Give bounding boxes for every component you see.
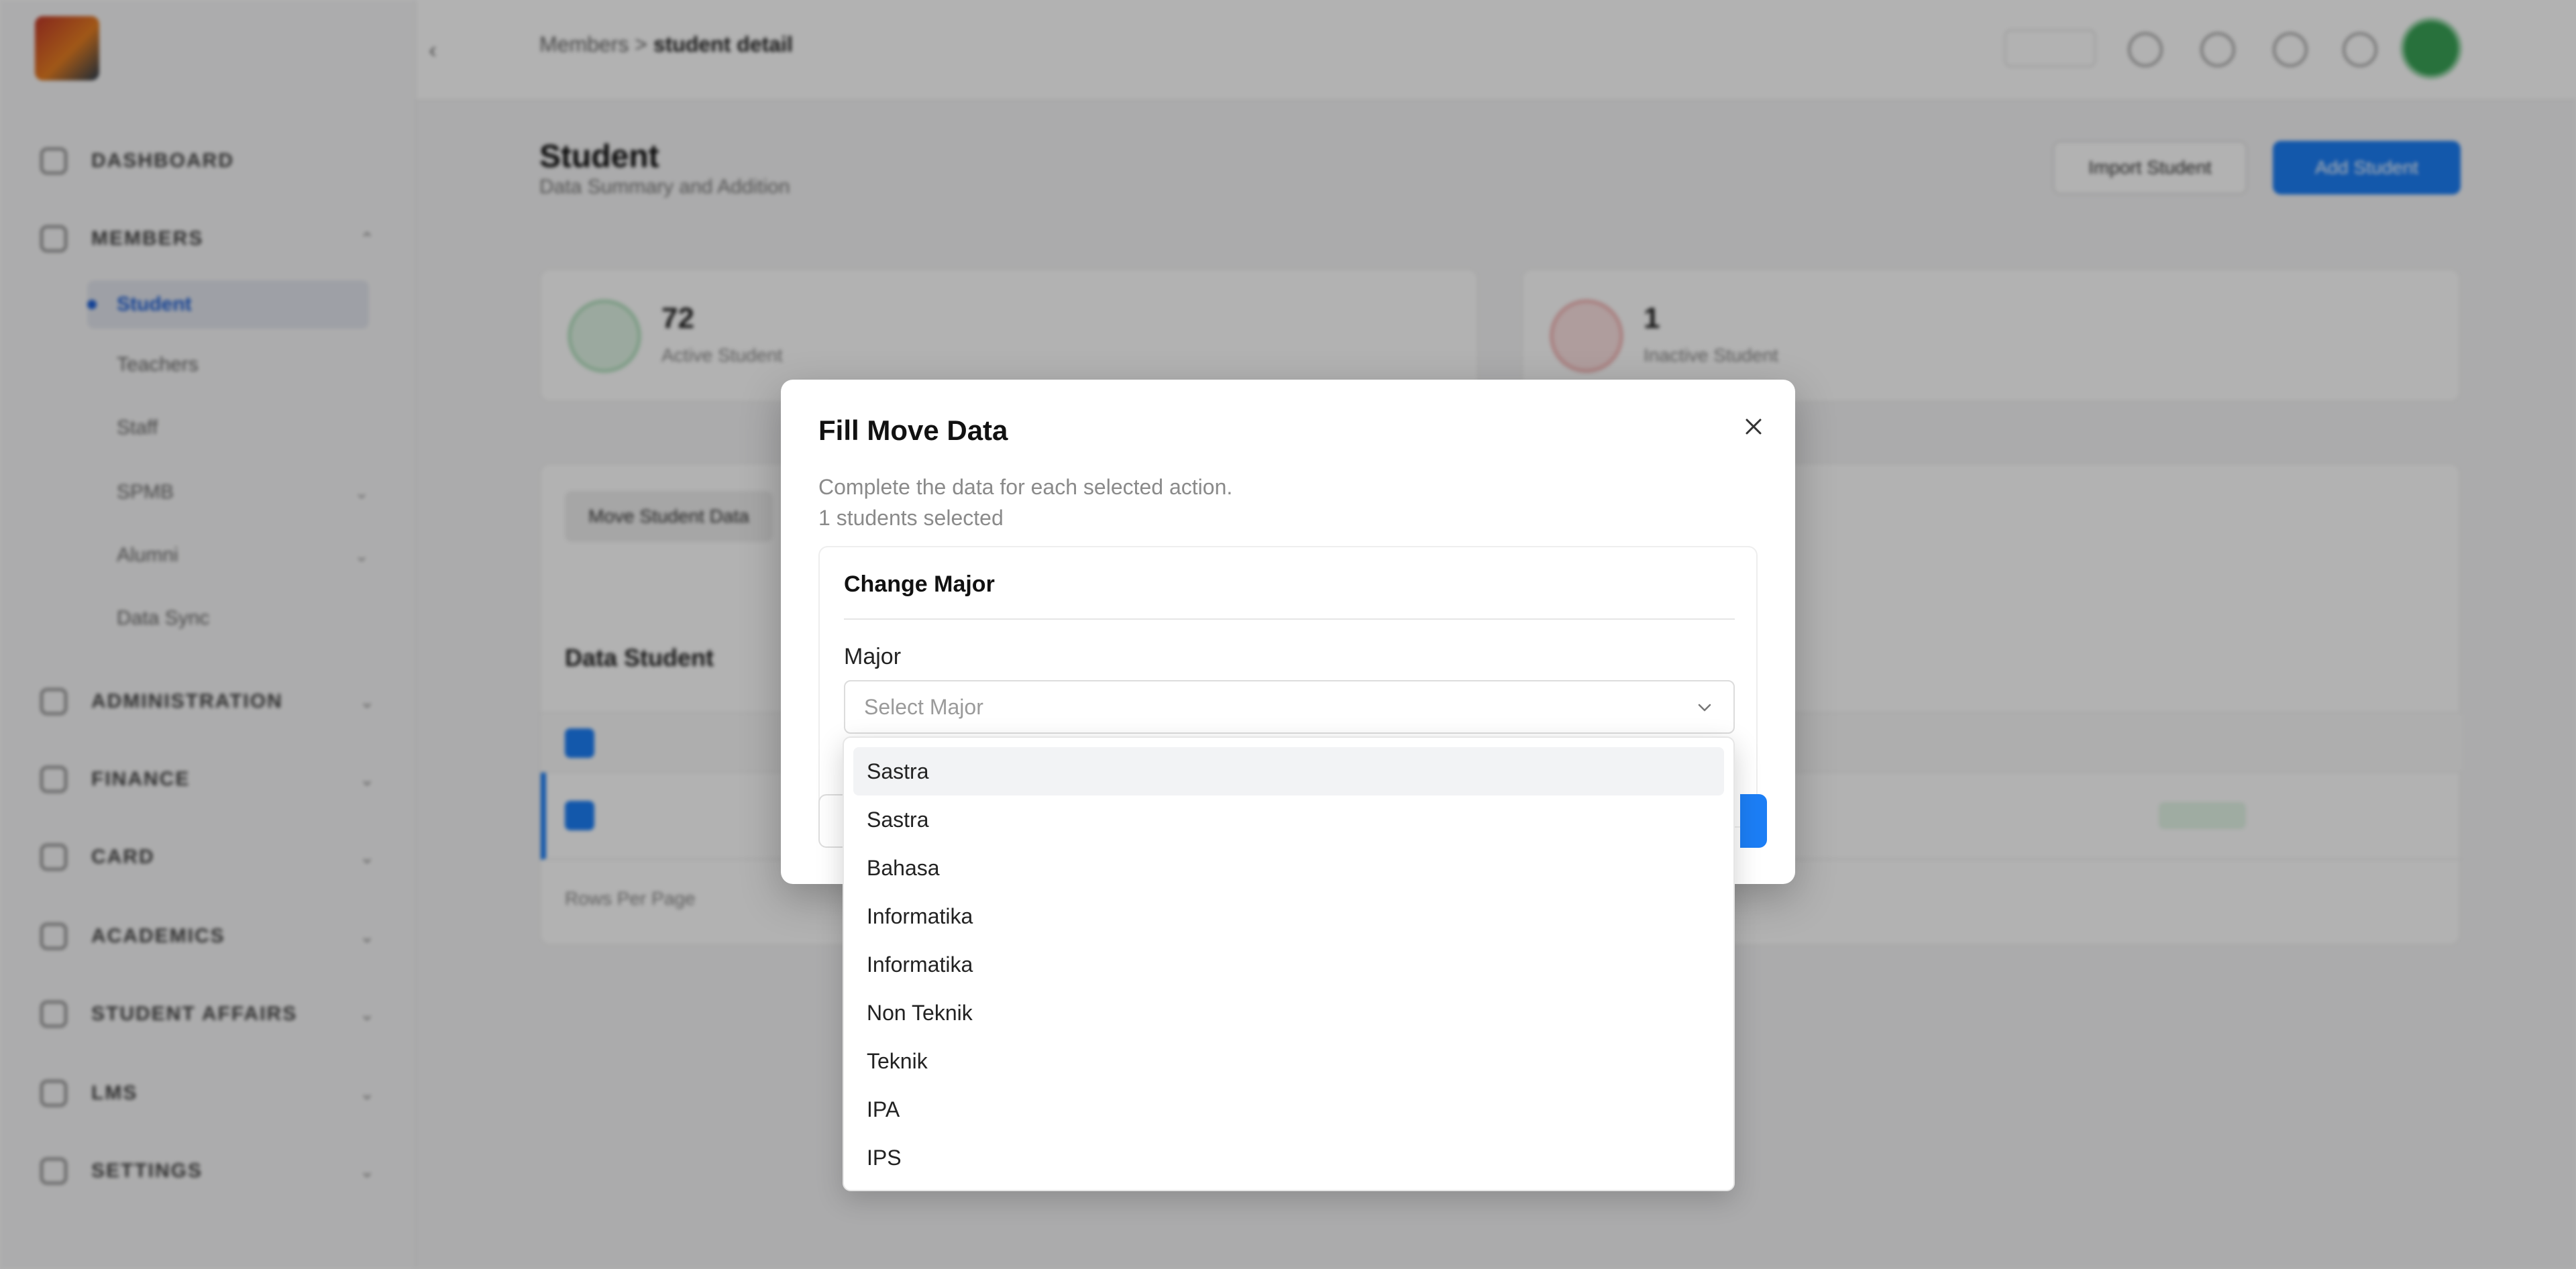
major-option[interactable]: Non Teknik: [853, 989, 1724, 1037]
major-dropdown-list: Sastra Sastra Bahasa Informatika Informa…: [843, 736, 1735, 1191]
section-title: Change Major: [844, 571, 995, 597]
selected-count: 1 students selected: [818, 506, 1004, 530]
submit-button[interactable]: [1740, 794, 1767, 848]
major-option[interactable]: Sastra: [853, 747, 1724, 795]
major-select-placeholder: Select Major: [864, 694, 983, 719]
major-option[interactable]: Sastra: [853, 795, 1724, 844]
section-divider: [844, 618, 1735, 620]
major-option[interactable]: Teknik: [853, 1037, 1724, 1085]
major-option[interactable]: IPA: [853, 1085, 1724, 1134]
major-select[interactable]: Select Major: [844, 680, 1735, 734]
major-option[interactable]: Informatika: [853, 892, 1724, 940]
chevron-down-icon: [1698, 704, 1711, 712]
close-icon: [1746, 419, 1762, 435]
dialog-description: Complete the data for each selected acti…: [818, 475, 1233, 499]
major-option[interactable]: Bahasa: [853, 844, 1724, 892]
close-button[interactable]: [1733, 406, 1774, 447]
major-option[interactable]: IPS: [853, 1134, 1724, 1182]
cancel-button[interactable]: [818, 794, 845, 848]
dialog-title: Fill Move Data: [818, 415, 1008, 446]
major-label: Major: [844, 644, 902, 669]
major-option[interactable]: Informatika: [853, 940, 1724, 989]
